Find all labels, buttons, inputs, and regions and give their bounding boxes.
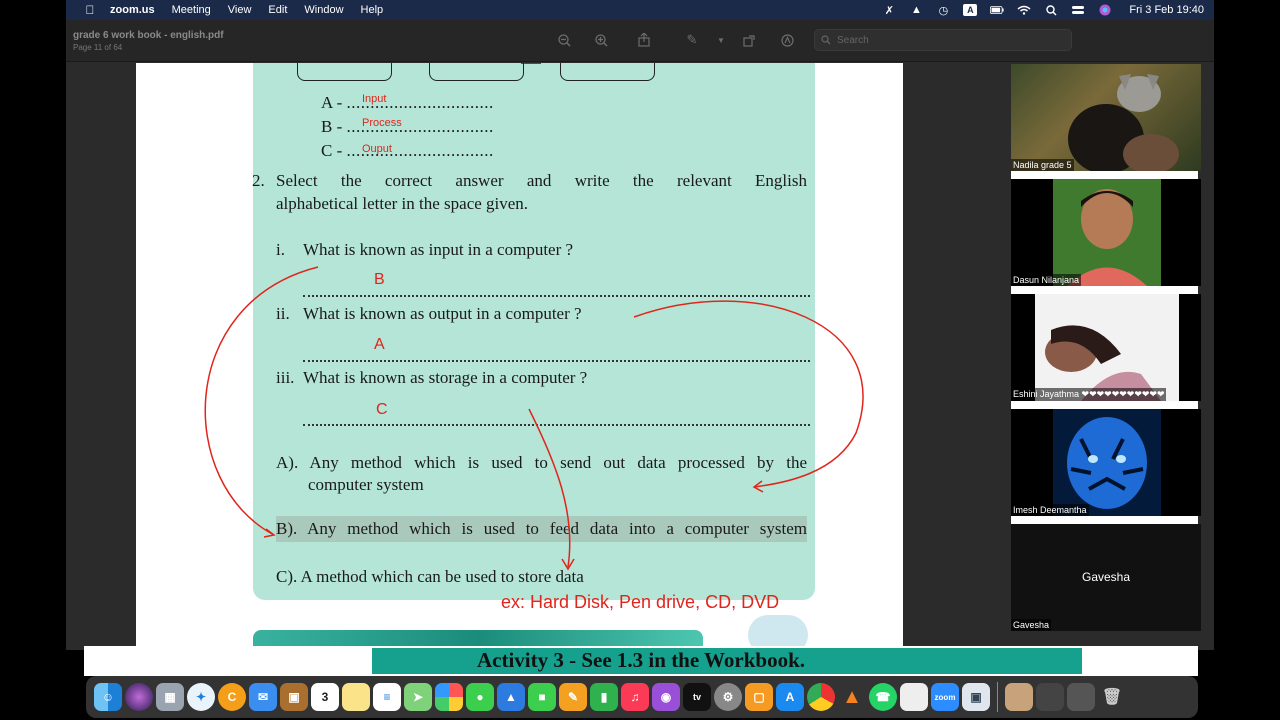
facetime-icon[interactable]: ■: [528, 683, 556, 711]
apple-menu-icon[interactable]: : [80, 3, 100, 17]
safari-icon[interactable]: ✦: [187, 683, 215, 711]
menu-app-zoom[interactable]: zoom.us: [110, 4, 155, 16]
menu-edit[interactable]: Edit: [268, 4, 287, 16]
activity-text: Activity 3 - See 1.3 in the Workbook.: [476, 648, 806, 672]
wolf-avatar: [1068, 74, 1179, 171]
blank-app-icon[interactable]: [900, 683, 928, 711]
battery-icon[interactable]: [990, 4, 1005, 16]
preview-toolbar: grade 6 work book - english.pdf Page 11 …: [66, 20, 1214, 62]
chrome-icon[interactable]: [807, 683, 835, 711]
tile-divider: [1011, 516, 1198, 524]
dasun-photo: [1053, 179, 1161, 286]
finder-icon[interactable]: ☺: [94, 683, 122, 711]
settings-icon[interactable]: ⚙: [714, 683, 742, 711]
zoom-icon[interactable]: zoom: [931, 683, 959, 711]
siri-icon[interactable]: [1098, 4, 1112, 16]
status-area: ✗ ▲ ◷ A Fri 3 Feb 19:40: [882, 0, 1204, 20]
participant-tile[interactable]: Nadila grade 5: [1011, 64, 1201, 171]
messages-icon[interactable]: ●: [466, 683, 494, 711]
tile-divider: [1011, 401, 1198, 409]
search-placeholder: Search: [837, 34, 869, 46]
spotlight-search-icon[interactable]: [1044, 4, 1058, 16]
clock[interactable]: Fri 3 Feb 19:40: [1129, 4, 1204, 16]
photos-icon[interactable]: [435, 683, 463, 711]
whatsapp-icon[interactable]: ☎: [869, 683, 897, 711]
numbers-icon[interactable]: ▮: [590, 683, 618, 711]
chrome-c-app-icon[interactable]: C: [218, 683, 246, 711]
appstore-icon[interactable]: A: [776, 683, 804, 711]
reminders-icon[interactable]: ≡: [373, 683, 401, 711]
tile-divider: [1011, 286, 1198, 294]
dock: ☺ ▦ ✦ C ✉ ▣ 3 ≡ ➤ ● ▲ ■ ✎ ▮ ♫ ◉ tv ⚙ ▢ A…: [86, 676, 1198, 718]
page-indicator: Page 11 of 64: [73, 43, 123, 52]
siri-dock-icon[interactable]: [125, 683, 153, 711]
menu-view[interactable]: View: [228, 4, 252, 16]
dock-separator: [997, 682, 998, 712]
keynote-icon[interactable]: ▲: [497, 683, 525, 711]
recent-document-icon[interactable]: [1005, 683, 1033, 711]
participant-name: Dasun Nilanjana: [1011, 274, 1082, 286]
zoom-in-icon[interactable]: [593, 32, 609, 48]
participant-center-label: Gavesha: [1081, 570, 1131, 584]
participant-name: Eshini Jayathma ❤❤❤❤❤❤❤❤❤❤❤: [1011, 388, 1167, 401]
maps-icon[interactable]: ➤: [404, 683, 432, 711]
mail-icon[interactable]: ✉: [249, 683, 277, 711]
rotate-icon[interactable]: [741, 32, 757, 48]
downloads-stack-icon[interactable]: [1036, 683, 1064, 711]
chevron-down-icon[interactable]: ▼: [713, 32, 729, 48]
menu-window[interactable]: Window: [304, 4, 343, 16]
launchpad-icon[interactable]: ▦: [156, 683, 184, 711]
annotate-icon[interactable]: [779, 32, 795, 48]
notes-icon[interactable]: [342, 683, 370, 711]
scissors-icon[interactable]: ✗: [882, 4, 896, 17]
arrow-output-to-a: [633, 300, 864, 488]
arrow-storage-to-c: [528, 408, 571, 568]
vlc-icon[interactable]: ▲: [838, 683, 866, 711]
participant-tile[interactable]: Dasun Nilanjana: [1011, 179, 1201, 286]
pdf-page[interactable]: A - ............................... Inpu…: [136, 63, 903, 648]
annotation-arrows: [204, 63, 864, 571]
music-icon[interactable]: ♫: [621, 683, 649, 711]
vlc-status-icon[interactable]: ▲: [909, 4, 923, 16]
menu-help[interactable]: Help: [361, 4, 384, 16]
activity-banner: Activity 3 - See 1.3 in the Workbook.: [84, 646, 1198, 676]
markup-pen-icon[interactable]: ✎: [684, 32, 700, 48]
calendar-icon[interactable]: 3: [311, 683, 339, 711]
search-icon: [821, 35, 831, 45]
control-center-icon[interactable]: [1071, 4, 1085, 16]
participant-name: Nadila grade 5: [1011, 159, 1074, 171]
zoom-out-icon[interactable]: [556, 32, 572, 48]
preview-icon[interactable]: ▣: [962, 683, 990, 711]
package-icon[interactable]: ▣: [280, 683, 308, 711]
participant-name: Imesh Deemantha: [1011, 504, 1089, 516]
menu-meeting[interactable]: Meeting: [172, 4, 211, 16]
books-icon[interactable]: ▢: [745, 683, 773, 711]
wifi-icon[interactable]: [1017, 4, 1031, 16]
tv-icon[interactable]: tv: [683, 683, 711, 711]
podcasts-icon[interactable]: ◉: [652, 683, 680, 711]
search-input[interactable]: Search: [814, 29, 1072, 51]
time-machine-icon[interactable]: ◷: [936, 4, 950, 17]
participant-name: Gavesha: [1011, 619, 1052, 631]
participant-tile[interactable]: Imesh Deemantha: [1011, 409, 1201, 516]
document-title: grade 6 work book - english.pdf: [73, 30, 224, 41]
menu-bar:  zoom.us Meeting View Edit Window Help …: [66, 0, 1214, 20]
pages-icon[interactable]: ✎: [559, 683, 587, 711]
participant-tile[interactable]: Eshini Jayathma ❤❤❤❤❤❤❤❤❤❤❤: [1011, 294, 1201, 401]
eshini-photo: [1035, 294, 1179, 401]
tile-divider: [1011, 171, 1198, 179]
arrow-input-to-b: [204, 266, 319, 536]
folder-stack-icon[interactable]: [1067, 683, 1095, 711]
input-source-icon[interactable]: A: [963, 4, 978, 16]
trash-icon[interactable]: 🗑: [1098, 683, 1126, 711]
share-icon[interactable]: [636, 32, 652, 48]
tiger-avatar: [1053, 409, 1161, 516]
participant-tile[interactable]: Gavesha Gavesha: [1011, 524, 1201, 631]
